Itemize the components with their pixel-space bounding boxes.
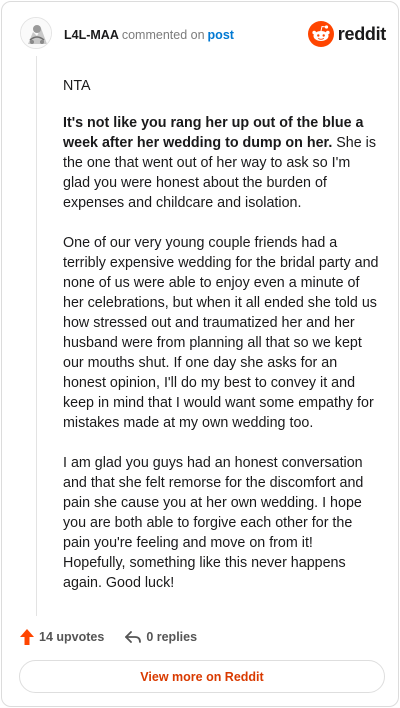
brand-wordmark: reddit bbox=[337, 23, 387, 44]
thread-line bbox=[36, 56, 37, 616]
comment-actions: 14 upvotes 0 replies bbox=[19, 626, 197, 648]
avatar[interactable] bbox=[20, 17, 52, 49]
comment-paragraph-2: It's not like you rang her up out of the… bbox=[63, 113, 379, 213]
post-link[interactable]: post bbox=[208, 28, 234, 42]
view-more-button[interactable]: View more on Reddit bbox=[19, 660, 385, 693]
reply-button[interactable]: 0 replies bbox=[124, 629, 197, 645]
comment-verb: commented on bbox=[121, 28, 205, 42]
user-avatar-icon bbox=[21, 18, 51, 48]
comment-meta: L4L-MAA commented on post bbox=[64, 27, 234, 43]
reply-arrow-icon bbox=[125, 631, 142, 643]
comment-body: NTA It's not like you rang her up out of… bbox=[63, 76, 379, 613]
upvote-count: 14 upvotes bbox=[39, 630, 105, 644]
upvote-arrow-icon bbox=[20, 629, 34, 645]
reddit-logo-icon bbox=[307, 21, 334, 47]
reddit-brand[interactable]: reddit bbox=[307, 21, 387, 47]
comment-paragraph-3: One of our very young couple friends had… bbox=[63, 235, 379, 431]
comment-card: L4L-MAA commented on post reddit NTA It's … bbox=[1, 1, 399, 707]
username-link[interactable]: L4L-MAA bbox=[64, 28, 119, 42]
comment-paragraph-4: I am glad you guys had an honest convers… bbox=[63, 455, 364, 591]
comment-header: L4L-MAA commented on post reddit bbox=[20, 17, 386, 53]
comment-paragraph-1: NTA bbox=[63, 78, 91, 94]
upvote-button[interactable]: 14 upvotes bbox=[19, 628, 104, 646]
comment-bold-text: It's not like you rang her up out of the… bbox=[63, 115, 364, 151]
reply-count: 0 replies bbox=[146, 630, 198, 644]
